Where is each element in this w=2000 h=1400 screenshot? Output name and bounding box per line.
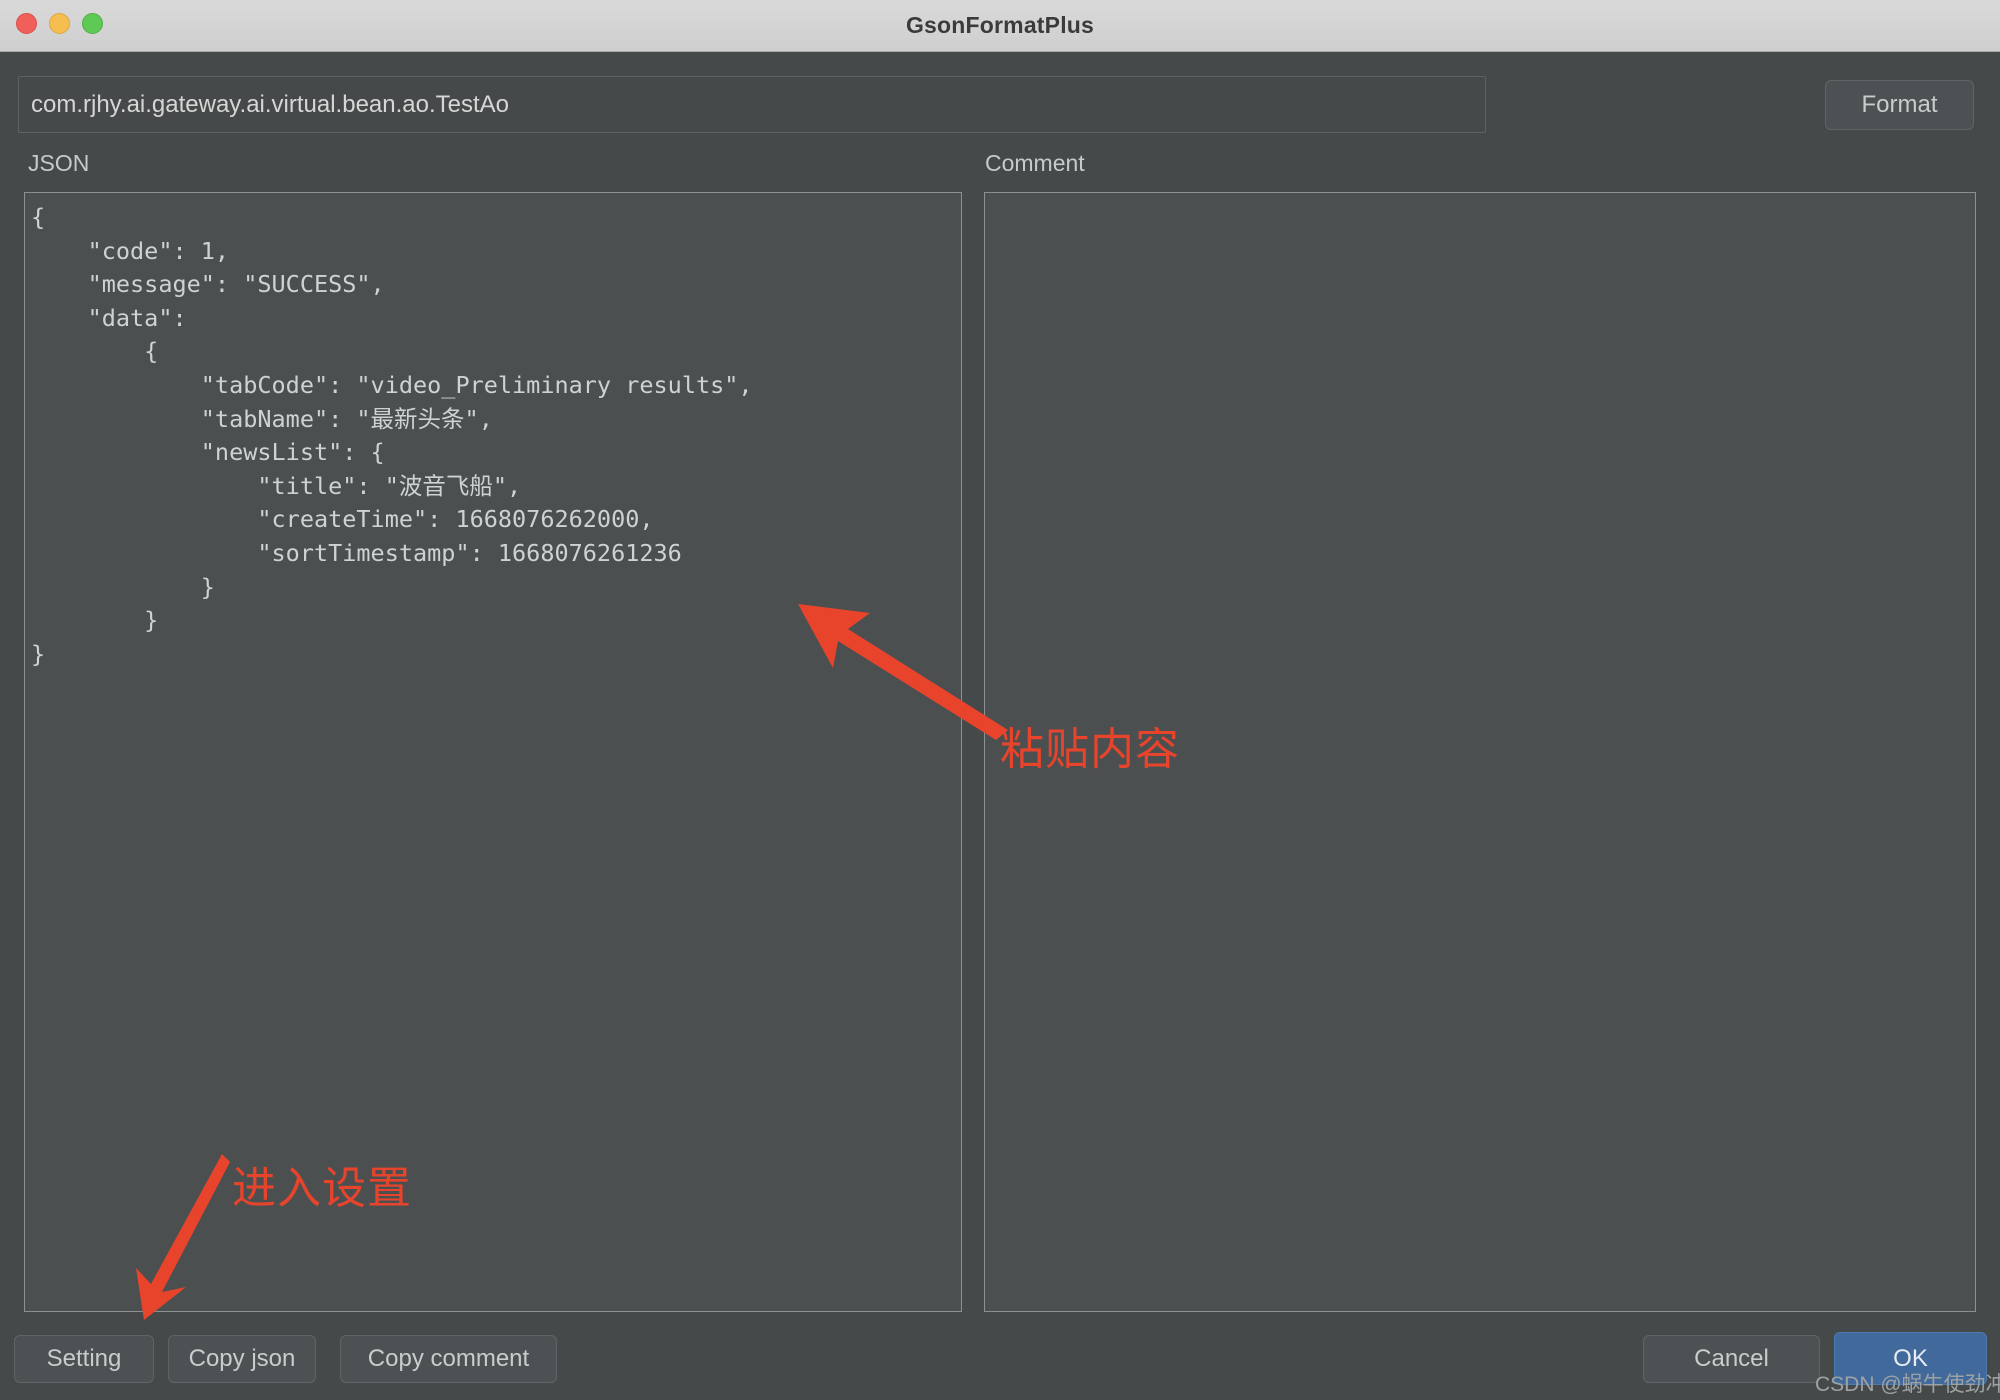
gsonformatplus-window: GsonFormatPlus com.rjhy.ai.gateway.ai.vi…	[0, 0, 2000, 1400]
copy-comment-button[interactable]: Copy comment	[340, 1335, 557, 1383]
json-textarea[interactable]: { "code": 1, "message": "SUCCESS", "data…	[24, 192, 962, 1312]
watermark: CSDN @蜗牛使劲冲	[1815, 1368, 2000, 1398]
paste-content-annotation: 粘贴内容	[1000, 713, 1180, 777]
comment-content	[985, 193, 1975, 201]
format-button[interactable]: Format	[1825, 80, 1974, 130]
cancel-button[interactable]: Cancel	[1643, 1335, 1820, 1383]
window-title: GsonFormatPlus	[0, 0, 2000, 50]
enter-settings-annotation: 进入设置	[232, 1152, 412, 1216]
paste-content-arrow-icon	[790, 580, 1030, 740]
copy-json-button[interactable]: Copy json	[168, 1335, 316, 1383]
enter-settings-arrow-icon	[130, 1148, 240, 1323]
setting-button[interactable]: Setting	[14, 1335, 154, 1383]
title-bar: GsonFormatPlus	[0, 0, 2000, 52]
class-name-input[interactable]: com.rjhy.ai.gateway.ai.virtual.bean.ao.T…	[18, 76, 1486, 133]
comment-panel-label: Comment	[985, 150, 1085, 177]
json-panel-label: JSON	[28, 150, 89, 177]
